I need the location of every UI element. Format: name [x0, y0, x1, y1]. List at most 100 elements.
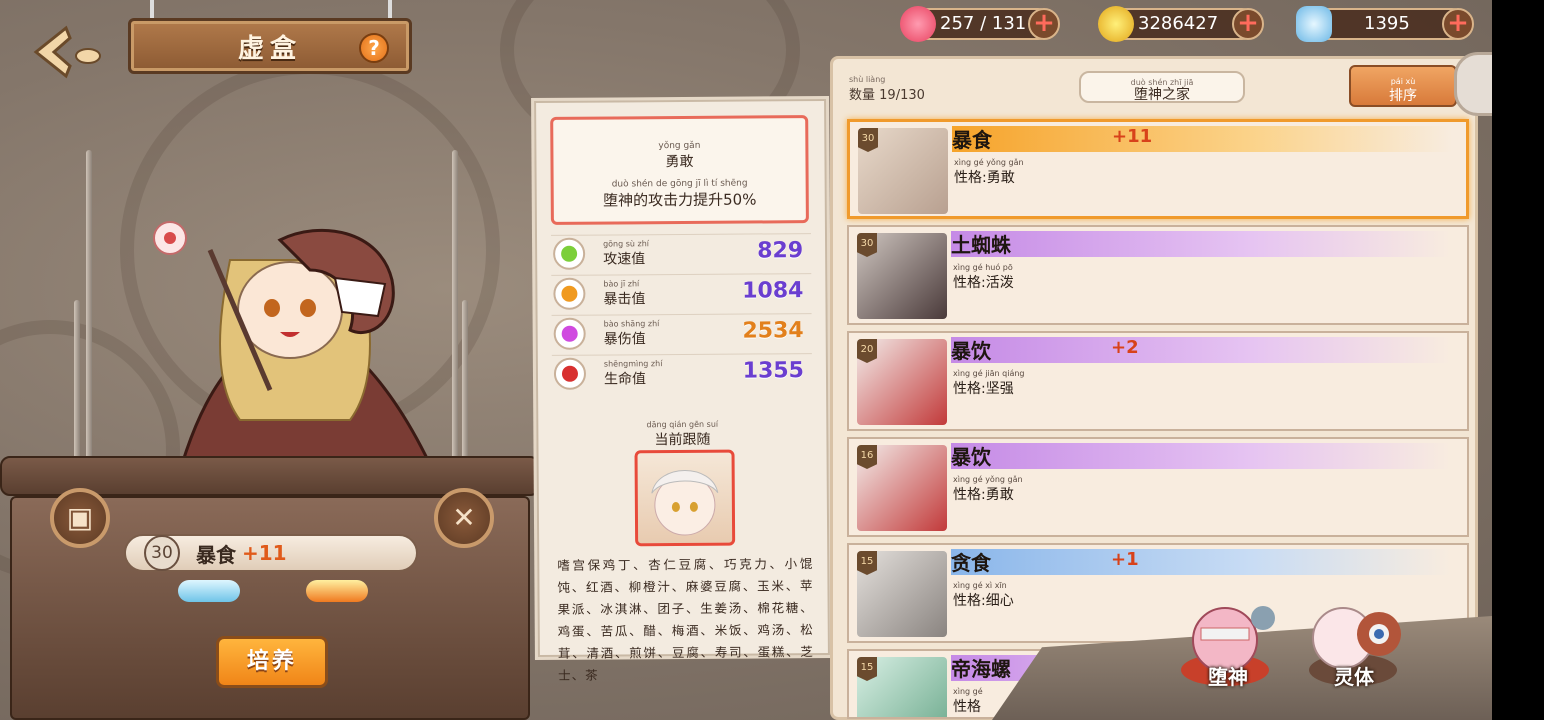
health-icon: [553, 357, 587, 390]
item-name: 帝海螺: [951, 657, 1011, 681]
add-crystal-button[interactable]: +: [1442, 8, 1474, 40]
level-badge: 15: [857, 657, 877, 681]
stat-label: 攻速值: [603, 251, 646, 268]
orange-gem: [306, 580, 368, 602]
title-plank: 虚盒 ?: [128, 18, 412, 74]
follower-card[interactable]: [634, 449, 736, 547]
character-plus: +11: [242, 541, 287, 565]
panel-toggle-knob[interactable]: [1454, 52, 1492, 116]
crit-damage-icon: [553, 317, 586, 350]
add-gold-button[interactable]: +: [1232, 8, 1264, 40]
item-name: 暴饮: [951, 445, 991, 469]
avatar: 30: [858, 128, 948, 214]
item-name: 贪食: [951, 551, 991, 575]
name-band: [951, 231, 1451, 257]
page-title: 虚盒: [237, 33, 302, 64]
back-button[interactable]: [30, 22, 110, 82]
trait-description: 堕神的攻击力提升50%: [603, 190, 757, 210]
game-screen: 虚盒 ? 257 / 131 + 3286427 + 1395 + ▣ ✕ 30…: [0, 0, 1492, 720]
level-badge: 16: [857, 445, 877, 469]
trait-pinyin: xìng gé yǒng gǎn: [953, 475, 1023, 484]
crit-icon: [553, 277, 586, 310]
trait-text: 性格: [953, 699, 981, 715]
avatar: 20: [857, 339, 947, 425]
item-trait: xìng gé huó pō 性格:活泼: [953, 263, 1014, 292]
item-name: 暴食: [952, 128, 992, 152]
fallen-god-label: 堕神: [1208, 665, 1248, 689]
name-band: [952, 126, 1452, 152]
item-name: 暴饮: [951, 339, 991, 363]
trait-box: yǒng gǎn 勇敢 duò shén de gōng jī lì tí sh…: [550, 115, 809, 225]
gold-counter: 3286427 +: [1098, 6, 1264, 42]
follow-pinyin: dāng qián gēn suí: [646, 419, 719, 430]
trait-pinyin: xìng gé xì xīn: [953, 581, 1007, 590]
item-plus: +2: [1111, 337, 1139, 358]
back-arrow-icon: [33, 25, 101, 79]
trait-pinyin: xìng gé: [953, 687, 983, 696]
count-value: 19/130: [879, 88, 925, 103]
crossed-utensils-icon: ✕: [452, 501, 476, 534]
follow-label: 当前跟随: [654, 431, 711, 449]
avatar: 15: [857, 551, 947, 637]
fork-knife-button[interactable]: ✕: [434, 488, 494, 548]
list-item[interactable]: 30 暴食 +11 xìng gé yǒng gǎn 性格:勇敢: [847, 119, 1469, 219]
stat-value: 829: [757, 238, 804, 264]
trait-text: 性格:勇敢: [953, 487, 1014, 503]
cultivate-button[interactable]: 培养: [216, 636, 328, 688]
sort-label: 排序: [1389, 88, 1417, 104]
item-plus: +11: [1112, 126, 1153, 147]
item-plus: +1: [1111, 549, 1139, 570]
count-display: shù liàng 数量 19/130: [849, 75, 925, 103]
trait-pinyin: xìng gé jiān qiáng: [953, 369, 1025, 378]
stat-value: 1355: [742, 358, 805, 384]
avatar: 30: [857, 233, 947, 319]
name-band: [951, 443, 1451, 469]
spirit-body-tab[interactable]: 灵体: [1294, 600, 1414, 700]
heart-icon: [900, 6, 936, 42]
crystal-value: 1395: [1364, 13, 1410, 34]
trait-text: 性格:细心: [953, 593, 1014, 609]
list-item[interactable]: 20 暴饮 +2 xìng gé jiān qiáng 性格:坚强: [847, 331, 1469, 431]
stat-label: 暴击值: [603, 291, 646, 308]
fallen-god-tab[interactable]: 堕神: [1168, 600, 1288, 700]
list-item[interactable]: 16 暴饮 xìng gé yǒng gǎn 性格:勇敢: [847, 437, 1469, 537]
name-band: [951, 549, 1451, 575]
sort-button[interactable]: pái xù 排序: [1349, 65, 1457, 107]
attack-speed-icon: [553, 237, 586, 270]
stat-pinyin: gōng sù zhí: [603, 239, 650, 249]
sort-pinyin: pái xù: [1390, 77, 1416, 86]
item-trait: xìng gé jiān qiáng 性格:坚强: [953, 369, 1025, 398]
home-label: 堕神之家: [1134, 87, 1190, 103]
add-stamina-button[interactable]: +: [1028, 8, 1060, 40]
level-badge: 15: [857, 551, 877, 575]
home-tab[interactable]: duò shén zhī jiā 堕神之家: [1079, 71, 1245, 103]
character-level-badge: 30: [144, 535, 180, 571]
character-name-plate: 30 暴食 +11: [124, 534, 418, 572]
crystal-icon: [1296, 6, 1332, 42]
character-name: 暴食: [196, 542, 236, 567]
lock-button[interactable]: ▣: [50, 488, 110, 548]
stat-value: 2534: [742, 318, 804, 344]
trait-name: 勇敢: [665, 153, 694, 171]
follow-title: dāng qián gēn suí 当前跟随: [538, 419, 826, 450]
item-trait: xìng gé 性格: [953, 687, 983, 716]
rope: [388, 0, 392, 20]
item-trait: xìng gé xì xīn 性格:细心: [953, 581, 1014, 610]
stat-pinyin: shēngmìng zhí: [603, 359, 663, 369]
blue-gem: [178, 580, 240, 602]
item-name: 土蜘蛛: [951, 233, 1011, 257]
stamina-value: 257 / 131: [940, 13, 1027, 34]
stat-row-attack-speed: gōng sù zhí 攻速值 829: [550, 233, 812, 273]
rope: [150, 0, 154, 20]
trait-text: 性格:坚强: [953, 381, 1014, 397]
stat-row-crit-damage: bào shāng zhí 暴伤值 2534: [551, 313, 812, 353]
spirit-body-label: 灵体: [1334, 665, 1374, 689]
level-badge: 30: [857, 233, 877, 257]
gold-value: 3286427: [1138, 13, 1219, 34]
help-button[interactable]: ?: [359, 33, 389, 63]
list-item[interactable]: 30 土蜘蛛 xìng gé huó pō 性格:活泼: [847, 225, 1469, 325]
stat-label: 暴伤值: [603, 331, 646, 348]
avatar: 15: [857, 657, 947, 717]
stat-value: 1084: [742, 278, 804, 304]
crystal-counter: 1395 +: [1296, 6, 1474, 42]
